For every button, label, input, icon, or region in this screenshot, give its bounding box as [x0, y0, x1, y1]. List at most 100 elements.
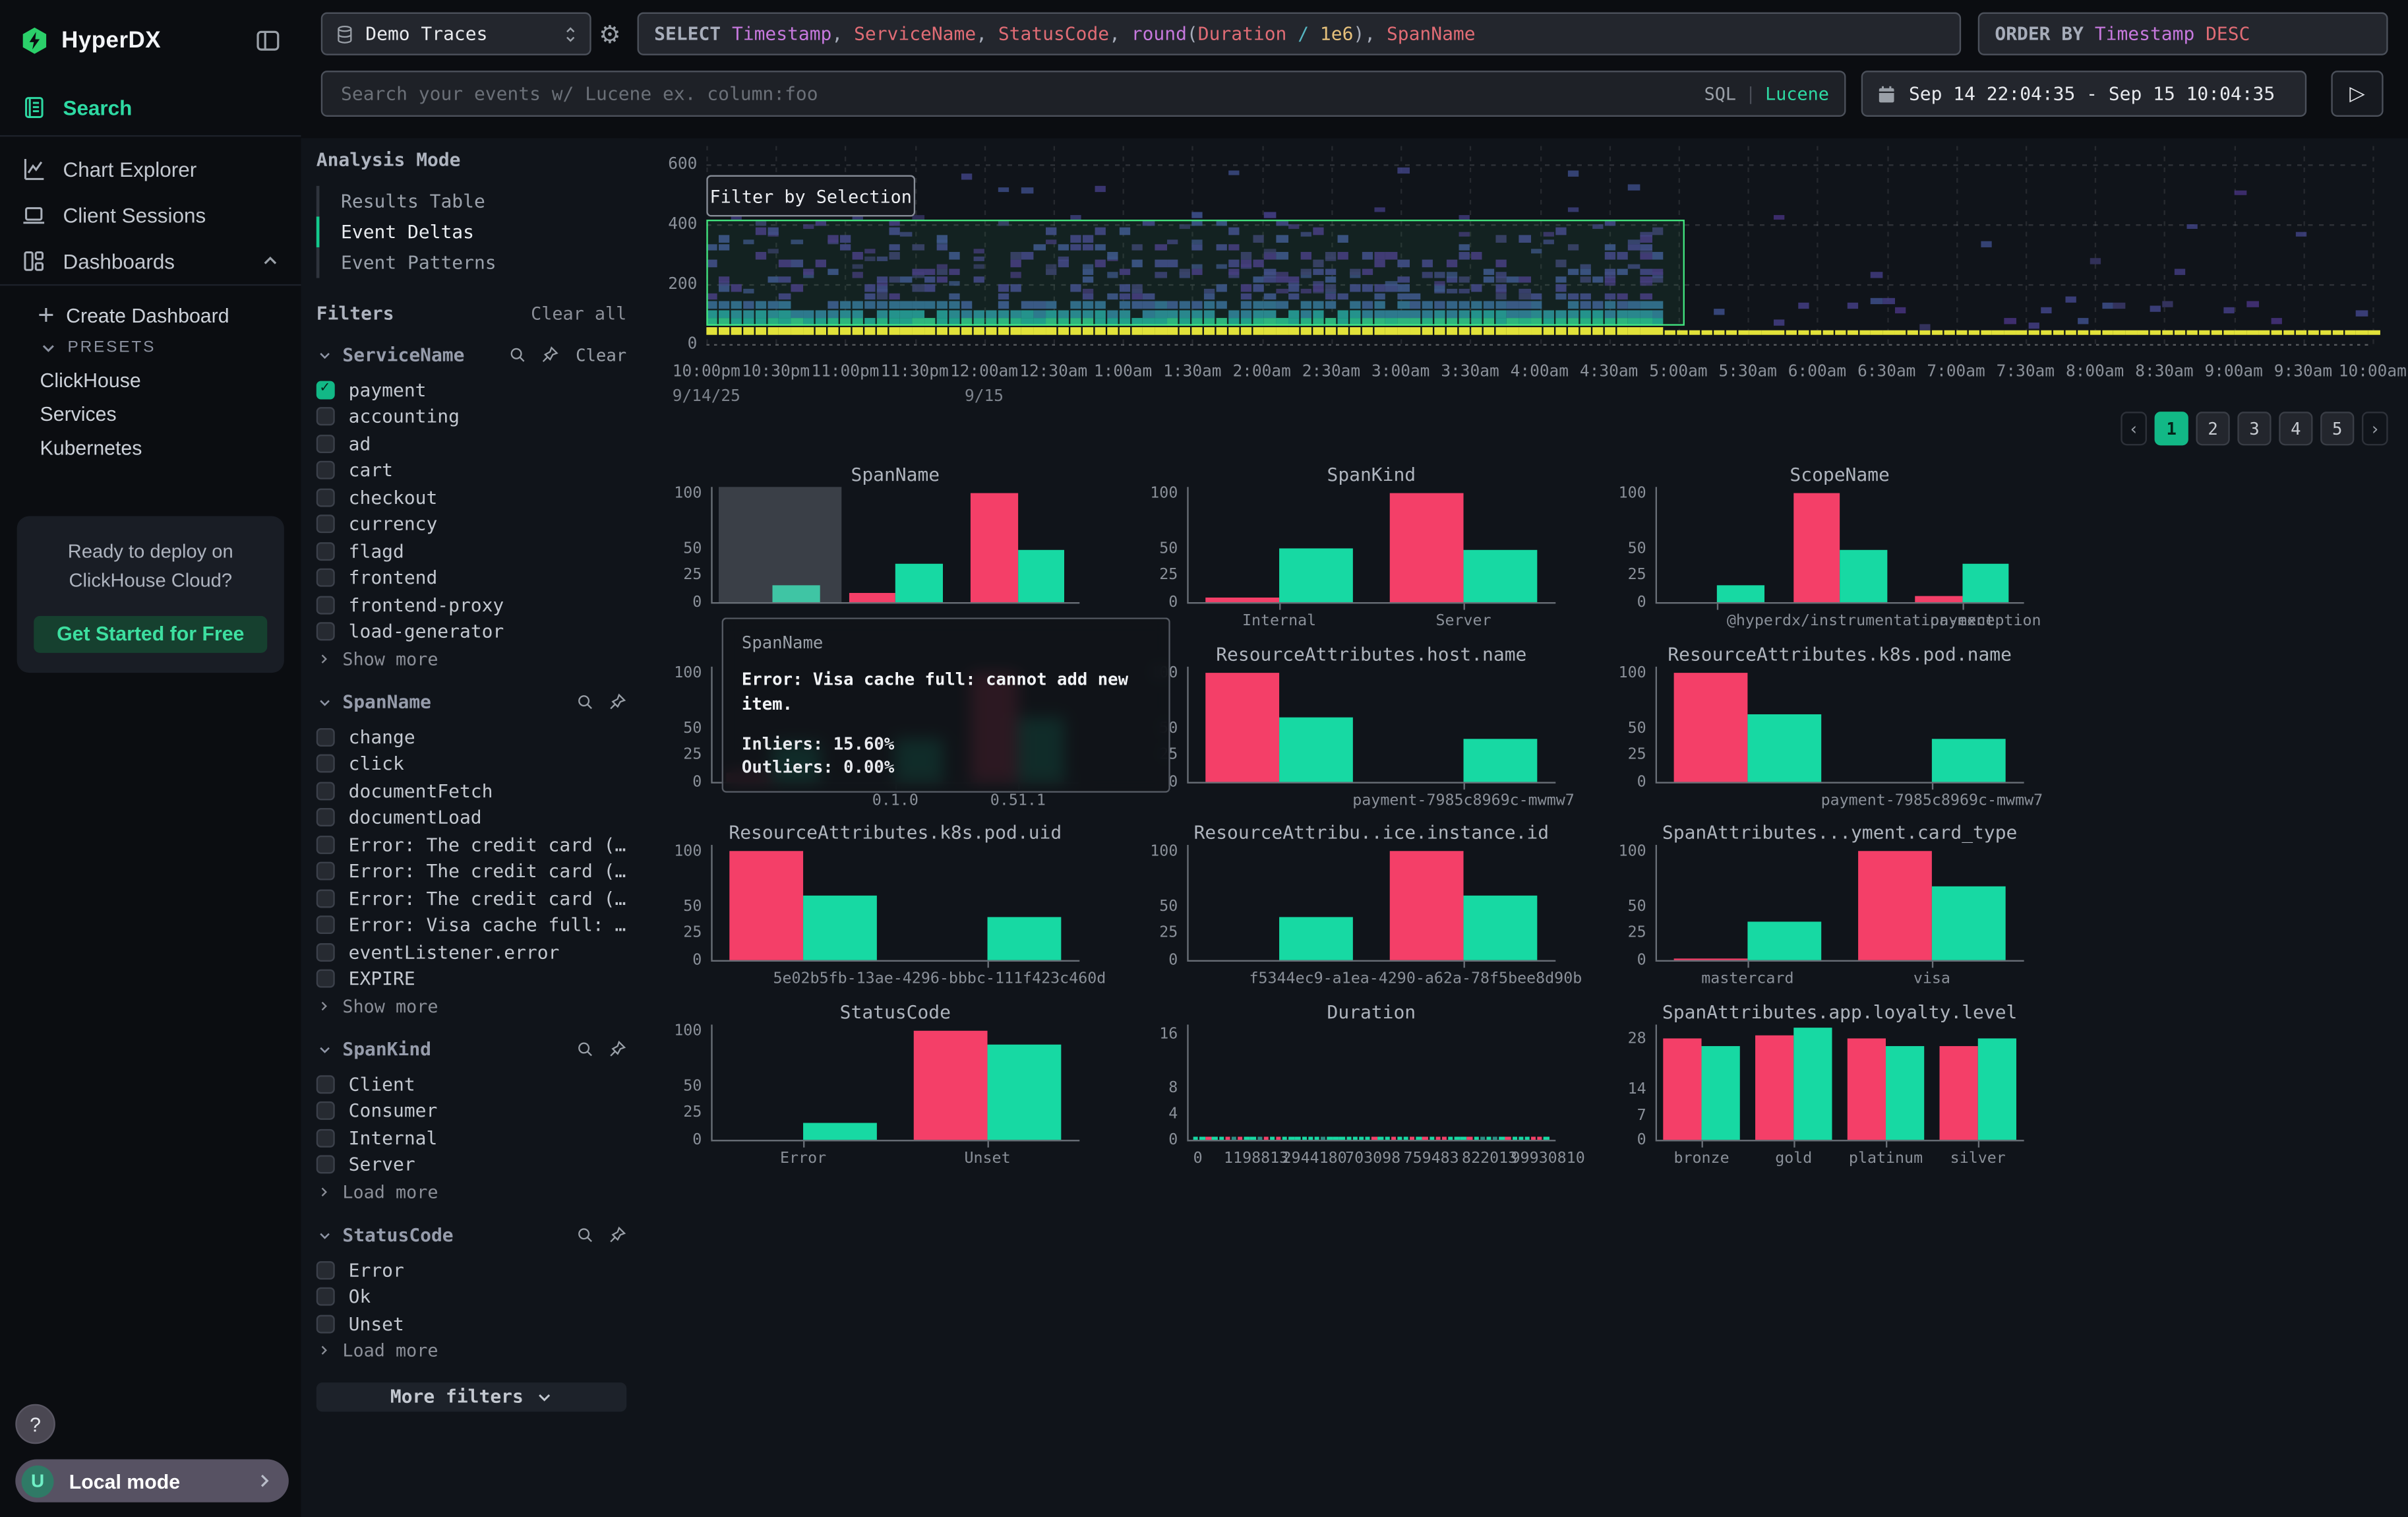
filter-show-more-button[interactable]: Show more: [316, 645, 626, 671]
filter-checkbox-item[interactable]: frontend: [316, 565, 626, 592]
presets-toggle[interactable]: PRESETS: [0, 332, 301, 363]
outlier-bar[interactable]: [1205, 673, 1279, 782]
inlier-bar[interactable]: [1464, 739, 1538, 782]
checkbox-checked[interactable]: [316, 381, 335, 399]
filter-checkbox-item[interactable]: load-generator: [316, 618, 626, 645]
checkbox[interactable]: [316, 408, 335, 426]
analysis-mode-event-deltas[interactable]: Event Deltas: [316, 216, 626, 247]
inlier-bar[interactable]: [1702, 1046, 1740, 1140]
analysis-mode-event-patterns[interactable]: Event Patterns: [316, 247, 626, 278]
filter-checkbox-item[interactable]: change: [316, 724, 626, 751]
outlier-bar[interactable]: [1674, 673, 1748, 782]
more-filters-button[interactable]: More filters: [316, 1382, 626, 1411]
filter-checkbox-item[interactable]: EXPIRE: [316, 966, 626, 993]
filter-checkbox-item[interactable]: checkout: [316, 484, 626, 511]
chevron-down-icon[interactable]: [316, 1227, 334, 1244]
chevron-down-icon[interactable]: [316, 694, 334, 711]
filter-checkbox-item[interactable]: Error: The credit card (…: [316, 831, 626, 858]
pin-icon[interactable]: [608, 1040, 626, 1059]
filter-checkbox-item[interactable]: Internal: [316, 1125, 626, 1152]
inlier-bar[interactable]: [895, 564, 942, 602]
search-input[interactable]: [338, 81, 1704, 106]
inlier-bar[interactable]: [1932, 739, 2006, 782]
filter-checkbox-item[interactable]: Error: [316, 1256, 626, 1284]
filter-checkbox-item[interactable]: Error: The credit card (…: [316, 858, 626, 885]
checkbox[interactable]: [316, 1101, 335, 1120]
inlier-bar[interactable]: [1840, 550, 1886, 602]
checkbox[interactable]: [316, 1129, 335, 1147]
search-icon[interactable]: [508, 346, 527, 364]
outlier-bar[interactable]: [1858, 851, 1932, 960]
inlier-bar[interactable]: [1464, 895, 1538, 960]
checkbox[interactable]: [316, 435, 335, 453]
outlier-bar[interactable]: [1390, 851, 1464, 960]
pagination-page-button[interactable]: 4: [2279, 412, 2312, 445]
inlier-bar[interactable]: [1978, 1039, 2016, 1140]
outlier-bar[interactable]: [914, 1031, 988, 1140]
inlier-bar[interactable]: [1464, 550, 1538, 602]
pagination-page-button[interactable]: 3: [2237, 412, 2271, 445]
inlier-bar[interactable]: [988, 917, 1062, 960]
heatmap-selection-box[interactable]: [706, 220, 1685, 326]
filter-checkbox-item[interactable]: currency: [316, 511, 626, 538]
chevron-up-icon[interactable]: [261, 252, 280, 270]
filter-checkbox-item[interactable]: Client: [316, 1070, 626, 1098]
filter-checkbox-item[interactable]: documentFetch: [316, 777, 626, 804]
filter-checkbox-item[interactable]: documentLoad: [316, 804, 626, 831]
filter-checkbox-item[interactable]: ad: [316, 430, 626, 457]
filter-checkbox-item[interactable]: Server: [316, 1152, 626, 1179]
inlier-bar[interactable]: [1962, 564, 2009, 602]
inlier-bar[interactable]: [803, 895, 877, 960]
pagination-page-button[interactable]: 1: [2155, 412, 2188, 445]
filter-by-selection-button[interactable]: Filter by Selection: [706, 175, 915, 217]
inlier-bar[interactable]: [1932, 886, 2006, 960]
sidebar-item-search[interactable]: Search: [0, 80, 301, 137]
analysis-mode-results-table[interactable]: Results Table: [316, 186, 626, 217]
checkbox[interactable]: [316, 835, 335, 853]
help-button[interactable]: ?: [15, 1404, 55, 1444]
checkbox[interactable]: [316, 728, 335, 746]
inlier-bar[interactable]: [1717, 586, 1764, 602]
filter-load-more-button[interactable]: Load more: [316, 1178, 626, 1204]
filter-checkbox-item[interactable]: accounting: [316, 403, 626, 430]
checkbox[interactable]: [316, 542, 335, 561]
inlier-bar[interactable]: [1279, 917, 1353, 960]
source-select[interactable]: Demo Traces: [321, 13, 591, 55]
chevron-down-icon[interactable]: [316, 346, 334, 363]
inlier-bar[interactable]: [1279, 548, 1353, 602]
inlier-bar[interactable]: [1747, 922, 1821, 960]
pagination-next-button[interactable]: ›: [2362, 412, 2388, 445]
sidebar-item-services[interactable]: Services: [0, 396, 301, 430]
pagination-page-button[interactable]: 2: [2196, 412, 2229, 445]
inlier-bar[interactable]: [1886, 1046, 1924, 1140]
filter-show-more-button[interactable]: Show more: [316, 993, 626, 1019]
filter-checkbox-item[interactable]: eventListener.error: [316, 939, 626, 966]
filter-checkbox-item[interactable]: frontend-proxy: [316, 592, 626, 619]
clear-all-button[interactable]: Clear all: [531, 303, 626, 325]
checkbox[interactable]: [316, 755, 335, 773]
filter-checkbox-item[interactable]: Error: The credit card (…: [316, 885, 626, 912]
inlier-bar[interactable]: [803, 1123, 877, 1140]
checkbox[interactable]: [316, 943, 335, 961]
inlier-bar[interactable]: [988, 1044, 1062, 1140]
sidebar-item-clickhouse[interactable]: ClickHouse: [0, 363, 301, 396]
local-mode-button[interactable]: U Local mode: [15, 1460, 289, 1502]
filter-checkbox-item[interactable]: payment: [316, 377, 626, 404]
gear-icon[interactable]: ⚙: [599, 20, 620, 49]
checkbox[interactable]: [316, 862, 335, 881]
filter-load-more-button[interactable]: Load more: [316, 1337, 626, 1363]
pin-icon[interactable]: [608, 693, 626, 711]
sidebar-collapse-icon[interactable]: [255, 27, 282, 53]
order-by-input[interactable]: ORDER BY Timestamp DESC: [1978, 13, 2388, 55]
outlier-bar[interactable]: [1755, 1036, 1793, 1140]
filter-checkbox-item[interactable]: click: [316, 751, 626, 778]
filter-checkbox-item[interactable]: Unset: [316, 1311, 626, 1338]
outlier-bar[interactable]: [1663, 1039, 1701, 1140]
checkbox[interactable]: [316, 1075, 335, 1094]
outlier-bar[interactable]: [1940, 1046, 1978, 1140]
checkbox[interactable]: [316, 488, 335, 507]
outlier-bar[interactable]: [971, 493, 1018, 602]
sidebar-item-kubernetes[interactable]: Kubernetes: [0, 430, 301, 464]
search-icon[interactable]: [576, 1226, 594, 1245]
checkbox[interactable]: [316, 1261, 335, 1280]
